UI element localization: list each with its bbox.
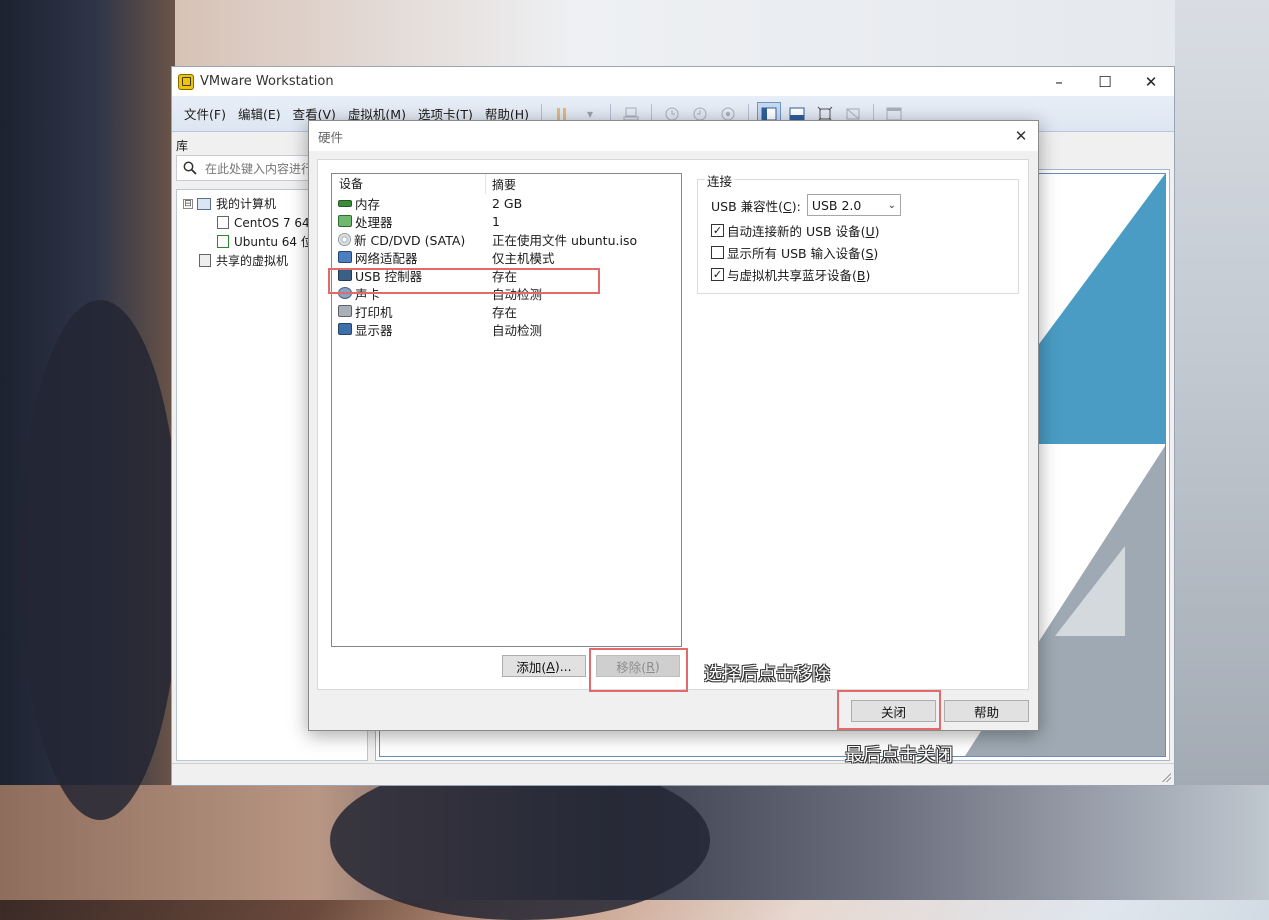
auto-connect-usb-checkbox[interactable]: ✓ 自动连接新的 USB 设备(U) xyxy=(711,221,880,240)
show-all-usb-checkbox[interactable]: 显示所有 USB 输入设备(S) xyxy=(711,243,878,262)
device-summary: 仅主机模式 xyxy=(492,250,555,266)
processor-icon xyxy=(338,215,352,227)
vmware-app-icon xyxy=(178,73,194,90)
share-bluetooth-label: 与虚拟机共享蓝牙设备(B) xyxy=(727,268,871,283)
close-highlight-box xyxy=(837,690,941,730)
chevron-down-icon: ⌄ xyxy=(887,199,897,211)
shared-vm-icon xyxy=(199,254,211,267)
search-icon xyxy=(183,161,197,175)
wallpaper-hair xyxy=(20,300,180,820)
dialog-content: 设备 摘要 内存 2 GB 处理器 1 新 CD/DVD (SATA) 正在使用… xyxy=(317,159,1029,690)
device-summary: 2 GB xyxy=(492,195,523,211)
device-row-cd-dvd[interactable]: 新 CD/DVD (SATA) 正在使用文件 ubuntu.iso xyxy=(332,230,681,248)
device-name: 处理器 xyxy=(355,214,393,230)
network-adapter-icon xyxy=(338,251,352,263)
display-icon xyxy=(338,323,352,335)
device-summary: 自动检测 xyxy=(492,322,543,338)
checkbox-checked-icon[interactable]: ✓ xyxy=(711,268,724,281)
tree-item-label: Ubuntu 64 位 xyxy=(234,235,313,249)
dialog-title: 硬件 xyxy=(318,129,344,145)
minimize-button[interactable]: – xyxy=(1036,67,1082,96)
device-summary: 存在 xyxy=(492,304,518,320)
device-summary: 1 xyxy=(492,213,500,229)
usb-compat-value: USB 2.0 xyxy=(811,197,862,213)
connection-group: 连接 USB 兼容性(C): USB 2.0 ⌄ ✓ 自动连接新的 USB 设备… xyxy=(697,171,1019,294)
collapse-icon[interactable]: ⊟ xyxy=(183,198,193,209)
computer-icon xyxy=(197,197,211,210)
wallpaper-right xyxy=(1175,0,1269,900)
menu-file[interactable]: 文件(F) xyxy=(178,104,232,123)
maximize-button[interactable]: ☐ xyxy=(1082,67,1128,96)
device-list: 设备 摘要 内存 2 GB 处理器 1 新 CD/DVD (SATA) 正在使用… xyxy=(331,173,682,647)
share-bluetooth-checkbox[interactable]: ✓ 与虚拟机共享蓝牙设备(B) xyxy=(711,265,870,284)
add-button-accesskey: A xyxy=(546,658,555,674)
device-row-processor[interactable]: 处理器 1 xyxy=(332,212,681,230)
library-header: 库 xyxy=(176,139,189,153)
usb-compat-label: USB 兼容性(C): xyxy=(711,198,801,214)
dialog-title-bar: 硬件 ✕ xyxy=(309,121,1038,151)
show-all-usb-label: 显示所有 USB 输入设备(S) xyxy=(727,246,879,261)
remove-hint-annotation: 选择后点击移除 xyxy=(704,664,830,685)
checkbox-unchecked-icon[interactable] xyxy=(711,246,724,259)
resize-grip-icon[interactable] xyxy=(1161,772,1171,782)
column-summary[interactable]: 摘要 xyxy=(486,176,516,193)
tree-item-label: 我的计算机 xyxy=(216,197,277,211)
remove-highlight-box xyxy=(589,648,688,692)
add-button-label: 添加( xyxy=(516,659,547,675)
checkbox-checked-icon[interactable]: ✓ xyxy=(711,224,724,237)
close-window-button[interactable]: ✕ xyxy=(1128,67,1174,96)
printer-icon xyxy=(338,305,352,317)
device-name: 网络适配器 xyxy=(355,250,418,266)
title-bar: VMware Workstation – ☐ ✕ xyxy=(172,67,1174,96)
help-dialog-button[interactable]: 帮助 xyxy=(944,700,1029,722)
vm-icon xyxy=(217,216,229,229)
device-name: 显示器 xyxy=(355,322,393,338)
home-graphic-light xyxy=(1055,546,1125,636)
device-name: 内存 xyxy=(355,196,381,212)
wallpaper-top xyxy=(175,0,1175,66)
vm-running-icon xyxy=(217,235,229,248)
memory-icon xyxy=(338,199,352,207)
device-row-printer[interactable]: 打印机 存在 xyxy=(332,302,681,320)
device-row-display[interactable]: 显示器 自动检测 xyxy=(332,320,681,338)
window-title: VMware Workstation xyxy=(200,74,334,89)
device-row-memory[interactable]: 内存 2 GB xyxy=(332,194,681,212)
tree-item-label: CentOS 7 64 xyxy=(234,215,310,230)
dialog-close-icon[interactable]: ✕ xyxy=(1004,121,1038,151)
close-hint-annotation: 最后点击关闭 xyxy=(845,745,953,766)
device-summary: 正在使用文件 ubuntu.iso xyxy=(492,232,638,248)
hardware-dialog: 硬件 ✕ 设备 摘要 内存 2 GB 处理器 1 新 CD/DVD (SATA)… xyxy=(308,120,1039,731)
device-name: 打印机 xyxy=(355,304,393,320)
column-device[interactable]: 设备 xyxy=(332,174,486,194)
usb-compat-row: USB 兼容性(C): USB 2.0 ⌄ xyxy=(711,194,901,216)
menu-edit[interactable]: 编辑(E) xyxy=(232,104,287,123)
search-placeholder: 在此处键入内容进行 xyxy=(205,161,314,176)
device-name: 新 CD/DVD (SATA) xyxy=(354,232,466,248)
device-list-header: 设备 摘要 xyxy=(332,174,681,194)
status-bar xyxy=(172,763,1174,785)
auto-connect-usb-label: 自动连接新的 USB 设备(U) xyxy=(727,224,880,239)
add-device-button[interactable]: 添加(A)... xyxy=(502,655,586,677)
usb-highlight-box xyxy=(328,268,600,294)
connection-legend: 连接 xyxy=(705,171,735,190)
add-button-suffix: )... xyxy=(554,658,572,674)
cd-dvd-icon xyxy=(338,232,351,246)
device-row-network-adapter[interactable]: 网络适配器 仅主机模式 xyxy=(332,248,681,266)
tree-item-label: 共享的虚拟机 xyxy=(216,254,289,268)
usb-compat-select[interactable]: USB 2.0 ⌄ xyxy=(806,194,901,216)
